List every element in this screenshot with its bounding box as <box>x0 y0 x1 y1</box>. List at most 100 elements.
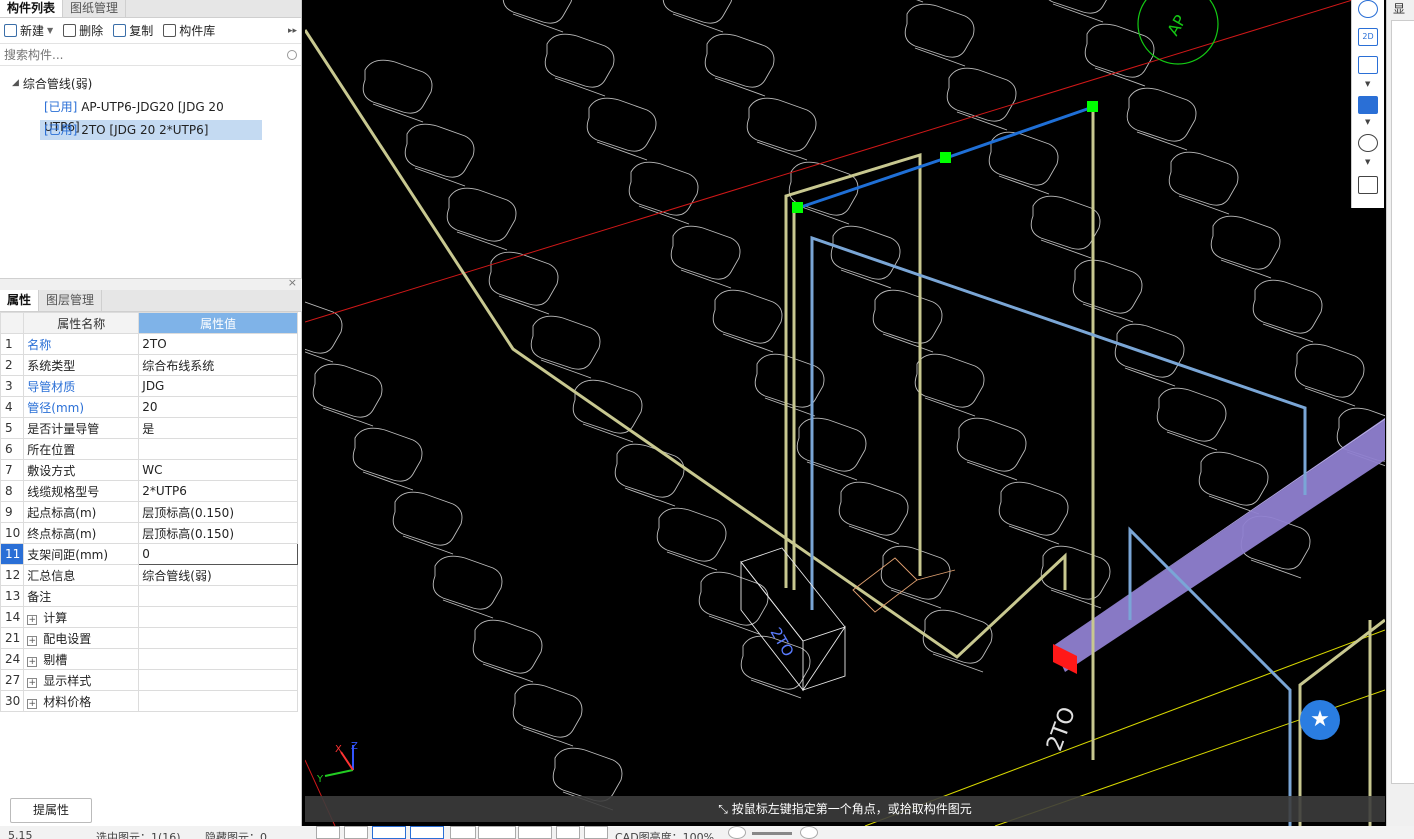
tree-item-2to[interactable]: [已用] 2TO [JDG 20 2*UTP6] <box>40 120 262 140</box>
property-row[interactable]: 9 起点标高(m) 层顶标高(0.150) <box>0 501 298 523</box>
property-row[interactable]: 7 敷设方式 WC <box>0 459 298 481</box>
property-value[interactable] <box>138 438 298 460</box>
favorite-star-button[interactable]: ★ <box>1300 700 1340 740</box>
zoom-in-icon[interactable] <box>800 826 818 839</box>
property-row[interactable]: 5 是否计量导管 是 <box>0 417 298 439</box>
property-value[interactable] <box>138 627 298 649</box>
expand-more-icon[interactable]: ▸▸ <box>288 26 297 36</box>
status-tool-button[interactable] <box>410 826 444 839</box>
property-row[interactable]: 12 汇总信息 综合管线(弱) <box>0 564 298 586</box>
library-button[interactable]: 构件库 <box>163 22 215 39</box>
property-value[interactable]: 20 <box>138 396 298 418</box>
property-name-text: 是否计量导管 <box>27 421 100 436</box>
property-row[interactable]: 30 + 材料价格 <box>0 690 298 712</box>
rotate-icon[interactable] <box>1358 134 1378 152</box>
tab-properties[interactable]: 属性 <box>0 290 40 311</box>
property-row[interactable]: 2 系统类型 综合布线系统 <box>0 354 298 376</box>
expand-plus-icon[interactable]: + <box>27 656 38 667</box>
status-tool-button[interactable] <box>518 826 552 839</box>
yellow-pipes[interactable] <box>305 29 1385 826</box>
property-value[interactable]: 0 <box>138 543 298 565</box>
grip-point[interactable] <box>792 202 803 213</box>
property-value[interactable]: 2TO <box>138 333 298 355</box>
chevron-down-icon[interactable]: ▼ <box>1365 158 1370 166</box>
cad-canvas[interactable]: AP 2TO 2TO Z Y X ★ ⤡ 按鼠标左键指定第一个角点，或拾取构件图… <box>305 0 1385 826</box>
extract-properties-button[interactable]: 提属性 <box>10 798 92 823</box>
property-row[interactable]: 13 备注 <box>0 585 298 607</box>
property-value[interactable]: 层顶标高(0.150) <box>138 501 298 523</box>
property-row[interactable]: 1 名称 2TO <box>0 333 298 355</box>
status-tool-button[interactable] <box>584 826 608 839</box>
tab-component-list[interactable]: 构件列表 <box>0 0 64 17</box>
property-row[interactable]: 21 + 配电设置 <box>0 627 298 649</box>
property-value[interactable]: 综合管线(弱) <box>138 564 298 586</box>
expand-plus-icon[interactable]: + <box>27 677 38 688</box>
tab-drawing-management[interactable]: 图纸管理 <box>63 0 127 17</box>
property-row[interactable]: 11 支架间距(mm) 0 <box>0 543 298 565</box>
orbit-icon[interactable] <box>1358 0 1378 18</box>
property-value[interactable] <box>138 606 298 628</box>
expand-plus-icon[interactable]: + <box>27 698 38 709</box>
cad-drawing[interactable]: AP 2TO 2TO Z Y X <box>305 0 1385 826</box>
property-row[interactable]: 27 + 显示样式 <box>0 669 298 691</box>
property-value[interactable]: 2*UTP6 <box>138 480 298 502</box>
grip-point[interactable] <box>940 152 951 163</box>
seat-outline <box>656 507 727 571</box>
seat-outline <box>1210 215 1281 279</box>
chevron-down-icon[interactable]: ▼ <box>1365 118 1370 126</box>
seat-outline <box>946 67 1017 131</box>
tab-layer-management[interactable]: 图层管理 <box>39 290 103 311</box>
close-icon[interactable]: × <box>288 276 297 289</box>
expand-plus-icon[interactable]: + <box>27 614 38 625</box>
property-value[interactable] <box>138 669 298 691</box>
seat-outline <box>704 33 775 97</box>
view-3d-icon[interactable] <box>1358 56 1378 74</box>
property-row[interactable]: 8 线缆规格型号 2*UTP6 <box>0 480 298 502</box>
chevron-down-icon[interactable]: ▼ <box>47 26 53 35</box>
property-row[interactable]: 4 管径(mm) 20 <box>0 396 298 418</box>
red-reference-line <box>305 0 1355 323</box>
row-index: 6 <box>0 438 25 460</box>
brightness-slider[interactable] <box>752 832 792 835</box>
expand-plus-icon[interactable]: + <box>27 635 38 646</box>
cable-tray[interactable] <box>1053 420 1385 672</box>
property-row[interactable]: 6 所在位置 <box>0 438 298 460</box>
property-value[interactable]: 综合布线系统 <box>138 354 298 376</box>
property-value[interactable] <box>138 585 298 607</box>
chevron-down-icon[interactable]: ▼ <box>1365 80 1370 88</box>
seat-outline <box>488 251 559 315</box>
status-tool-button[interactable] <box>450 826 476 839</box>
status-tool-button[interactable] <box>316 826 340 839</box>
property-row[interactable]: 24 + 剔槽 <box>0 648 298 670</box>
view-2d-button[interactable]: 2D <box>1358 28 1378 46</box>
status-tool-button[interactable] <box>478 826 516 839</box>
property-value[interactable]: 层顶标高(0.150) <box>138 522 298 544</box>
status-tool-button[interactable] <box>344 826 368 839</box>
copy-button[interactable]: 复制 <box>113 22 153 39</box>
display-panel-body <box>1391 20 1414 784</box>
search-icon[interactable] <box>287 49 297 60</box>
row-index: 14 <box>0 606 25 628</box>
cube-icon[interactable] <box>1358 96 1378 114</box>
seat-outline <box>904 3 975 67</box>
status-tool-button[interactable] <box>556 826 580 839</box>
status-tool-button[interactable] <box>372 826 406 839</box>
property-value[interactable]: JDG <box>138 375 298 397</box>
layer-view-icon[interactable] <box>1358 176 1378 194</box>
tree-item-ap[interactable]: [已用] AP-UTP6-JDG20 [JDG 20 UTP6] <box>40 97 262 134</box>
caret-down-icon[interactable]: ◢ <box>12 78 19 88</box>
property-value[interactable]: WC <box>138 459 298 481</box>
copy-label: 复制 <box>129 24 154 38</box>
property-row[interactable]: 3 导管材质 JDG <box>0 375 298 397</box>
property-row[interactable]: 14 + 计算 <box>0 606 298 628</box>
new-button[interactable]: 新建 ▼ <box>4 22 53 39</box>
property-value[interactable] <box>138 648 298 670</box>
zoom-out-icon[interactable] <box>728 826 746 839</box>
delete-button[interactable]: 删除 <box>63 22 103 39</box>
grip-point[interactable] <box>1087 101 1098 112</box>
property-value[interactable]: 是 <box>138 417 298 439</box>
search-input[interactable] <box>4 47 287 62</box>
property-row[interactable]: 10 终点标高(m) 层顶标高(0.150) <box>0 522 298 544</box>
property-value[interactable] <box>138 690 298 712</box>
tree-root[interactable]: ◢ 综合管线(弱) <box>0 72 301 94</box>
